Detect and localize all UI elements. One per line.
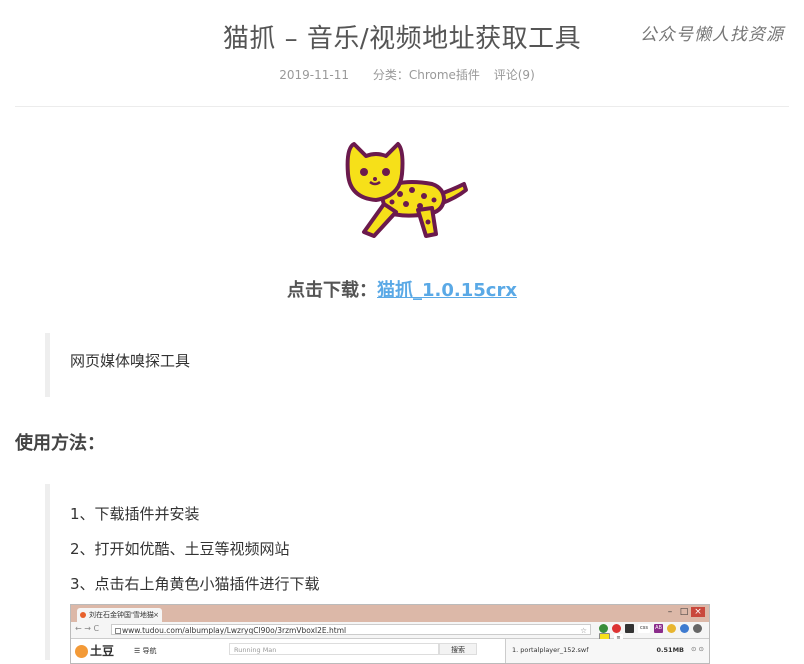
- screenshot-addressbar: ← → C www.tudou.com/albumplay/LwzryqCl90…: [71, 622, 709, 644]
- popup-file-size: 0.51MB: [656, 646, 684, 654]
- download-line: 点击下载：猫抓_1.0.15crx: [0, 276, 804, 302]
- ext-blue-icon: [680, 624, 689, 633]
- ext-green-icon: [599, 624, 608, 633]
- screenshot-tab: 刘在石金钟国'雪地猫 ×: [77, 608, 162, 622]
- post-date: 2019-11-11: [279, 68, 349, 82]
- screenshot-content: 土豆 ☰ 导航 Running Man 搜索 1. portalplayer_1…: [71, 639, 709, 663]
- download-label: 点击下载：: [287, 280, 378, 301]
- ext-red-icon: [612, 624, 621, 633]
- ext-css-icon: css: [638, 624, 650, 633]
- usage-steps: 1、下载插件并安装 2、打开如优酷、土豆等视频网站 3、点击右上角黄色小猫插件进…: [70, 500, 320, 605]
- screenshot-url-field: www.tudou.com/albumplay/LwzryqCl90o/3rzm…: [111, 624, 591, 635]
- yellow-leopard-cat-icon: [345, 142, 468, 238]
- screenshot-nav-icons: ← → C: [75, 624, 100, 633]
- header-divider: [15, 106, 789, 107]
- window-close-icon: ×: [691, 607, 705, 617]
- tudou-face-icon: [75, 645, 88, 658]
- usage-step: 1、下载插件并安装: [70, 505, 200, 523]
- window-buttons: – □ ×: [663, 607, 705, 617]
- ext-yellow-icon: [667, 624, 676, 633]
- catch-popup: 1. portalplayer_152.swf 0.51MB ⊙ ⊙: [505, 639, 709, 663]
- page-icon: [115, 628, 121, 634]
- browser-screenshot: 刘在石金钟国'雪地猫 × – □ × ← → C www.tudou.com/alb…: [70, 604, 710, 664]
- usage-step: 3、点击右上角黄色小猫插件进行下载: [70, 575, 320, 593]
- comments-link[interactable]: 评论(9): [494, 68, 535, 82]
- maximize-icon: □: [679, 607, 689, 617]
- screenshot-tabbar: 刘在石金钟国'雪地猫 × – □ ×: [71, 605, 709, 622]
- popup-file-name: 1. portalplayer_152.swf: [512, 646, 589, 654]
- popup-action-icons: ⊙ ⊙: [691, 645, 704, 653]
- cat-front-leg: [362, 202, 398, 238]
- intro-text: 网页媒体嗅探工具: [70, 352, 191, 370]
- post-category: 分类：Chrome插件: [373, 68, 480, 82]
- minimize-icon: –: [667, 607, 673, 617]
- usage-step: 2、打开如优酷、土豆等视频网站: [70, 540, 290, 558]
- ext-dark-icon: [625, 624, 634, 633]
- cat-head: [345, 142, 405, 202]
- tudou-favicon-icon: [80, 612, 86, 618]
- watermark-text: 公众号懒人找资源: [640, 25, 784, 45]
- ext-gray-icon: [693, 624, 702, 633]
- bookmark-star-icon: ☆: [580, 626, 587, 635]
- tudou-logo-text: 土豆: [90, 644, 115, 658]
- post-meta: 2019-11-11 分类：Chrome插件 评论(9): [0, 66, 804, 83]
- screenshot-tab-title: 刘在石金钟国'雪地猫: [89, 611, 154, 619]
- tudou-nav: ☰ 导航: [134, 647, 157, 655]
- ext-ab-icon: AB: [654, 624, 663, 633]
- category-link[interactable]: Chrome插件: [409, 68, 480, 82]
- download-link[interactable]: 猫抓_1.0.15crx: [377, 280, 517, 301]
- screenshot-url: www.tudou.com/albumplay/LwzryqCl90o/3rzm…: [122, 626, 347, 635]
- tudou-search-field: Running Man: [229, 643, 439, 655]
- tab-close-icon: ×: [153, 611, 159, 619]
- category-label: 分类：: [372, 68, 409, 82]
- tudou-search-button: 搜索: [439, 643, 477, 655]
- intro-blockquote: 网页媒体嗅探工具: [45, 333, 785, 397]
- tudou-logo: 土豆: [75, 642, 114, 659]
- usage-heading: 使用方法：: [15, 433, 105, 454]
